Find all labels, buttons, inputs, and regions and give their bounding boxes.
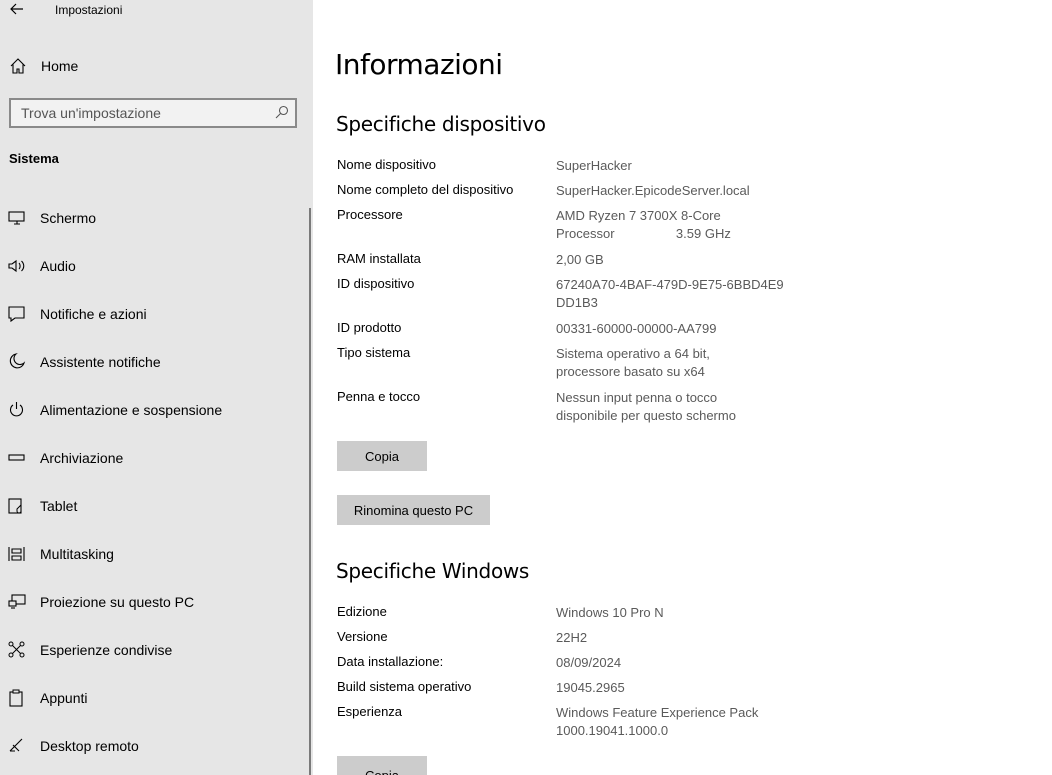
spec-value: Windows 10 Pro N — [556, 605, 664, 620]
sidebar-item-label: Esperienze condivise — [40, 642, 173, 658]
app-title: Impostazioni — [55, 3, 123, 17]
search-box[interactable] — [9, 98, 297, 128]
title-bar: Impostazioni — [0, 0, 313, 20]
spec-key: Data installazione: — [337, 654, 444, 669]
spec-key: Build sistema operativo — [337, 679, 472, 694]
spec-key: ID dispositivo — [337, 276, 415, 291]
spec-key: Versione — [337, 629, 388, 644]
spec-key: ID prodotto — [337, 320, 402, 335]
monitor-icon — [8, 211, 25, 225]
spec-key: Esperienza — [337, 704, 403, 719]
spec-key: Tipo sistema — [337, 345, 411, 360]
sidebar-item-label: Archiviazione — [40, 450, 124, 466]
search-icon[interactable] — [275, 105, 289, 119]
sidebar-item-archiviazione[interactable]: Archiviazione — [0, 438, 308, 478]
sidebar-item-tablet[interactable]: Tablet — [0, 486, 308, 526]
spec-key: RAM installata — [337, 251, 421, 266]
moon-icon — [9, 353, 26, 369]
home-icon — [10, 58, 26, 74]
spec-key: Edizione — [337, 604, 387, 619]
spec-value: Sistema operativo a 64 bit, processore b… — [556, 346, 710, 379]
spec-key: Processore — [337, 207, 403, 222]
spec-value: 00331-60000-00000-AA799 — [556, 321, 717, 336]
sidebar-item-audio[interactable]: Audio — [0, 246, 308, 286]
shared-icon — [8, 641, 25, 658]
sidebar: Impostazioni Home Sistema Schermo Audio … — [0, 0, 313, 775]
tablet-icon — [8, 498, 22, 514]
sidebar-item-esperienze-condivise[interactable]: Esperienze condivise — [0, 630, 308, 670]
copy-button[interactable]: Copia — [337, 441, 427, 471]
sidebar-item-appunti[interactable]: Appunti — [0, 678, 308, 718]
spec-value: 08/09/2024 — [556, 655, 622, 670]
back-arrow-icon — [10, 3, 23, 15]
sidebar-item-multitasking[interactable]: Multitasking — [0, 534, 308, 574]
sidebar-item-label: Alimentazione e sospensione — [40, 402, 223, 418]
sidebar-item-notifiche[interactable]: Notifiche e azioni — [0, 294, 308, 334]
sidebar-item-label: Multitasking — [40, 546, 114, 562]
sidebar-item-proiezione[interactable]: Proiezione su questo PC — [0, 582, 308, 622]
spec-value: 2,00 GB — [556, 252, 604, 267]
spec-key: Nome completo del dispositivo — [337, 182, 514, 197]
speaker-icon — [8, 259, 25, 273]
spec-value: SuperHacker.EpicodeServer.local — [556, 183, 750, 198]
sidebar-item-label: Assistente notifiche — [40, 354, 161, 370]
device-specs-heading: Specifiche dispositivo — [336, 112, 546, 136]
page-title: Informazioni — [335, 48, 503, 81]
spec-key: Nome dispositivo — [337, 157, 436, 172]
spec-value: Nessun input penna o tocco disponibile p… — [556, 390, 736, 423]
sidebar-item-label: Proiezione su questo PC — [40, 594, 195, 610]
sidebar-item-assistente-notifiche[interactable]: Assistente notifiche — [0, 342, 308, 382]
spec-value: 19045.2965 — [556, 680, 625, 695]
sidebar-item-label: Notifiche e azioni — [40, 306, 147, 322]
sidebar-item-label: Desktop remoto — [40, 738, 139, 754]
windows-specs-heading: Specifiche Windows — [336, 559, 530, 583]
rename-pc-button[interactable]: Rinomina questo PC — [337, 495, 490, 525]
search-input[interactable] — [11, 100, 271, 126]
spec-value: Windows Feature Experience Pack 1000.190… — [556, 705, 759, 738]
sidebar-item-label: Schermo — [40, 210, 97, 226]
projection-icon — [8, 594, 26, 609]
sidebar-item-schermo[interactable]: Schermo — [0, 198, 308, 238]
sidebar-item-desktop-remoto[interactable]: Desktop remoto — [0, 726, 308, 766]
section-label: Sistema — [9, 151, 59, 166]
storage-icon — [8, 454, 25, 461]
sidebar-item-label: Audio — [40, 258, 76, 274]
sidebar-item-home[interactable]: Home — [0, 54, 313, 78]
spec-value: 67240A70-4BAF-479D-9E75-6BBD4E9DD1B3 — [556, 277, 784, 310]
power-icon — [9, 402, 24, 417]
main-content: Informazioni Specifiche dispositivo Nome… — [313, 0, 1052, 775]
sidebar-item-label: Home — [41, 58, 79, 74]
multitasking-icon — [8, 547, 25, 561]
remote-desktop-icon — [9, 738, 23, 752]
spec-value: 22H2 — [556, 630, 588, 645]
sidebar-item-alimentazione[interactable]: Alimentazione e sospensione — [0, 390, 308, 430]
notification-icon — [8, 306, 25, 323]
clipboard-icon — [9, 689, 23, 707]
sidebar-item-label: Appunti — [40, 690, 88, 706]
copy-windows-button[interactable]: Copia — [337, 756, 427, 775]
back-button[interactable] — [8, 0, 26, 18]
spec-key: Penna e tocco — [337, 389, 421, 404]
spec-value: SuperHacker — [556, 158, 632, 173]
scrollbar[interactable] — [309, 208, 311, 775]
sidebar-item-label: Tablet — [40, 498, 78, 514]
spec-value: AMD Ryzen 7 3700X 8-Core Processor 3.59 … — [556, 208, 731, 241]
